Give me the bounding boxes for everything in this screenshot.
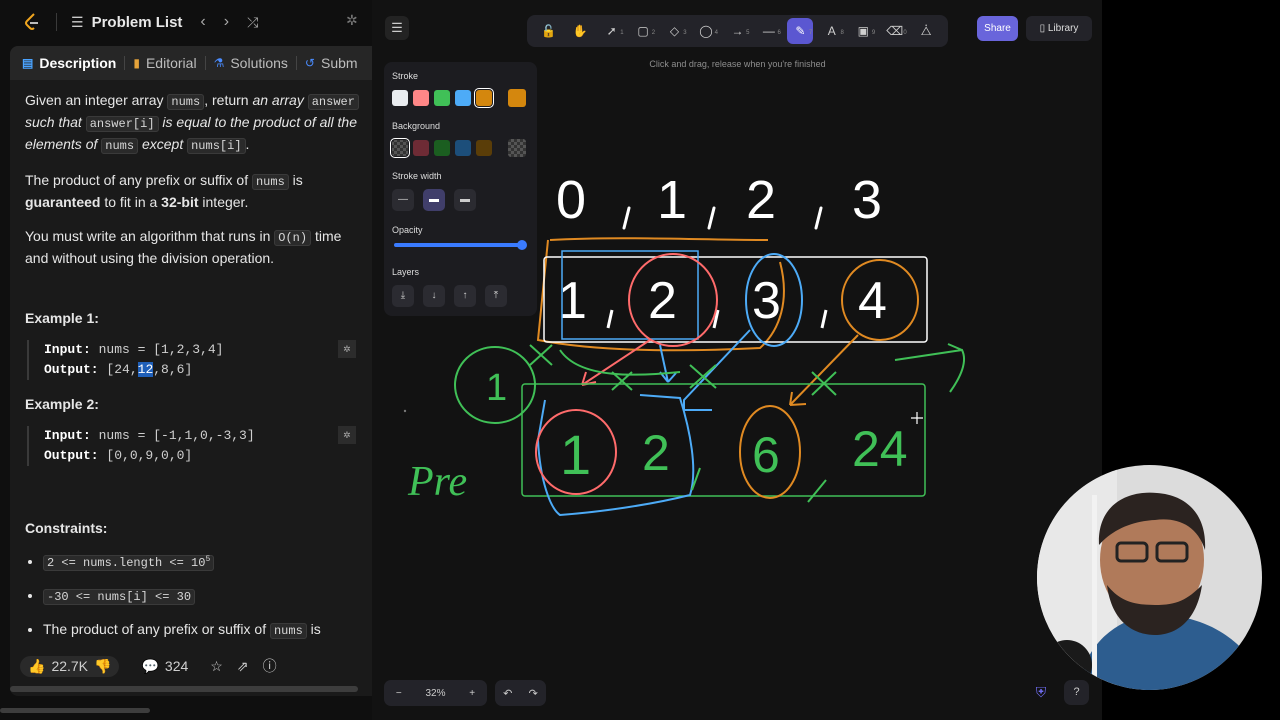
- index-row: 0 1 2 3: [556, 170, 882, 230]
- green-cross: [529, 344, 837, 396]
- zoom-level[interactable]: 32%: [425, 688, 445, 699]
- shield-check-icon[interactable]: ⛨: [1032, 684, 1050, 702]
- prefix-value: 6: [752, 427, 780, 483]
- comma-mark: [622, 206, 631, 230]
- input-value: 4: [858, 272, 887, 330]
- input-row: 1 2 3 4: [558, 272, 887, 330]
- cursor-crosshair-icon: [911, 412, 923, 424]
- help-icon[interactable]: ?: [1064, 680, 1089, 705]
- index-label: 0: [556, 170, 586, 230]
- green-arrow: [894, 343, 966, 393]
- screen: ☰ Problem List ‹ › ⤮ ✲ ▤ Description ▮ Edi…: [0, 0, 1280, 720]
- index-label: 1: [657, 170, 687, 230]
- prefix-value: 1: [560, 423, 591, 486]
- orange-bracket: [549, 237, 769, 241]
- webcam-overlay: [1037, 465, 1262, 690]
- undo-icon[interactable]: ↶: [503, 687, 512, 700]
- presenter-video: [1037, 465, 1262, 690]
- zoom-controls: − 32% +: [384, 680, 487, 706]
- zoom-out-icon[interactable]: −: [396, 688, 402, 699]
- prefix-value: 24: [852, 421, 908, 477]
- zoom-in-icon[interactable]: +: [469, 688, 475, 699]
- index-label: 3: [852, 170, 882, 230]
- redo-icon[interactable]: ↷: [529, 687, 538, 700]
- input-value: 2: [648, 272, 677, 330]
- comma-mark: [707, 206, 716, 230]
- carry-value: 1: [486, 367, 507, 409]
- prefix-label: Pre: [407, 459, 467, 505]
- orange-arrow: [789, 334, 859, 406]
- index-label: 2: [746, 170, 776, 230]
- comma-mark: [606, 309, 828, 329]
- input-value: 3: [752, 272, 781, 330]
- history-controls: ↶ ↷: [495, 680, 546, 706]
- dot-mark: [403, 409, 407, 413]
- prefix-value: 2: [642, 425, 670, 481]
- comma-mark: [814, 206, 823, 230]
